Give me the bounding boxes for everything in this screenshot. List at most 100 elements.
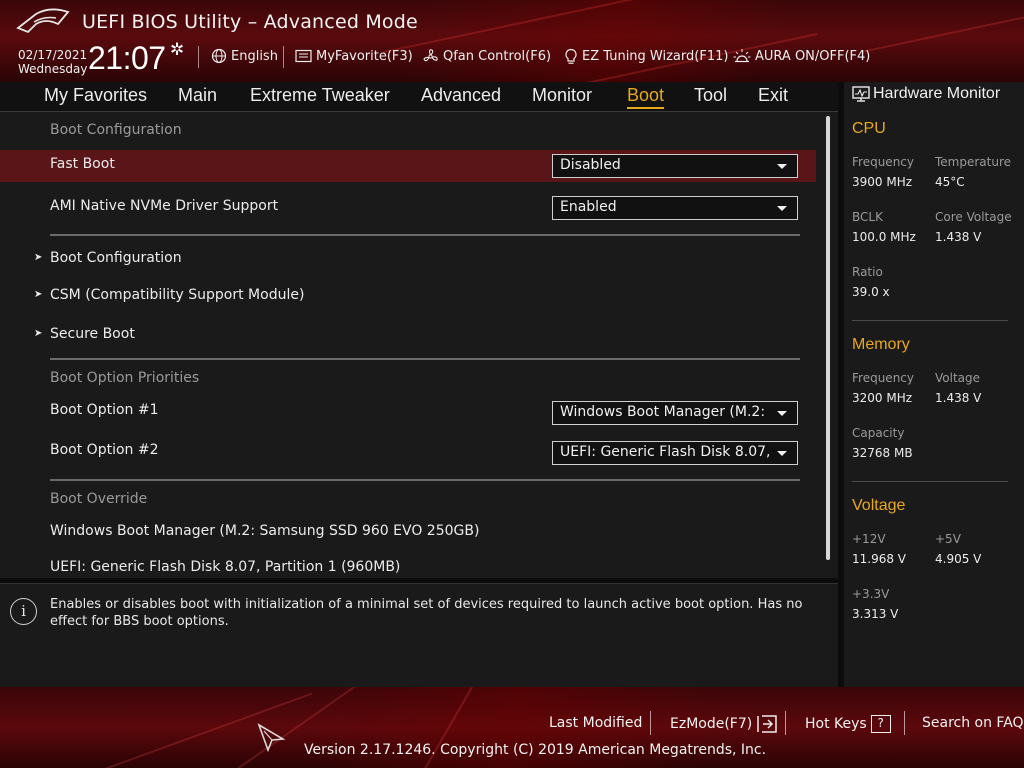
boot-option-2-label: Boot Option #2 <box>50 442 159 458</box>
rog-logo-icon <box>16 8 70 34</box>
help-text: Enables or disables boot with initializa… <box>50 597 803 629</box>
fan-icon <box>423 48 438 61</box>
qfan-button[interactable]: Qfan Control(F6) <box>422 46 551 66</box>
boot-option-1-value: Windows Boot Manager (M.2: Samsung SSD 9… <box>560 404 769 420</box>
ezmode-label: EzMode(F7) <box>670 716 753 732</box>
boot-settings-panel: Boot Configuration Fast Boot Disabled AM… <box>0 112 838 578</box>
help-panel: i Enables or disables boot with initiali… <box>0 583 838 687</box>
boot-override-item[interactable]: UEFI: Generic Flash Disk 8.07, Partition… <box>0 555 816 578</box>
section-heading-boot-configuration: Boot Configuration <box>50 122 182 138</box>
search-faq-button[interactable]: Search on FAQ <box>922 715 1024 731</box>
fast-boot-dropdown[interactable]: Disabled <box>552 154 798 178</box>
boot-option-1-row[interactable]: Boot Option #1 Windows Boot Manager (M.2… <box>0 396 816 428</box>
tab-main[interactable]: Main <box>178 85 217 106</box>
tab-my-favorites[interactable]: My Favorites <box>44 85 147 106</box>
footer-separator <box>650 711 651 735</box>
submenu-csm[interactable]: ➤ CSM (Compatibility Support Module) <box>0 283 816 309</box>
memory-capacity-label: Capacity <box>852 426 905 440</box>
section-heading-boot-option-priorities: Boot Option Priorities <box>50 370 200 386</box>
memory-voltage-value: 1.438 V <box>935 391 982 405</box>
chevron-down-icon <box>777 164 787 169</box>
arrow-right-icon: ➤ <box>34 252 43 263</box>
submenu-secure-boot[interactable]: ➤ Secure Boot <box>0 322 816 348</box>
voltage-12v-label: +12V <box>852 532 886 546</box>
fast-boot-value: Disabled <box>560 157 621 173</box>
tab-boot[interactable]: Boot <box>627 85 665 109</box>
boot-option-1-label: Boot Option #1 <box>50 402 159 418</box>
voltage-3v3-value: 3.313 V <box>852 607 899 621</box>
submenu-label: Secure Boot <box>50 326 135 342</box>
clock: 21:07 <box>88 40 166 76</box>
tab-tool[interactable]: Tool <box>694 85 727 106</box>
boot-option-2-value: UEFI: Generic Flash Disk 8.07, Partition… <box>560 444 769 460</box>
app-title: UEFI BIOS Utility – Advanced Mode <box>82 11 418 33</box>
ezmode-button[interactable]: EzMode(F7) <box>670 715 778 733</box>
cpu-core-voltage-value: 1.438 V <box>935 230 982 244</box>
myfavorite-button[interactable]: MyFavorite(F3) <box>295 46 413 66</box>
qfan-label: Qfan Control(F6) <box>443 48 552 64</box>
header-separator <box>283 46 284 68</box>
day-text: Wednesday <box>18 62 88 76</box>
divider <box>50 358 800 360</box>
nvme-driver-dropdown[interactable]: Enabled <box>552 196 798 220</box>
date-text: 02/17/2021 <box>18 48 88 62</box>
memory-capacity-value: 32768 MB <box>852 446 913 460</box>
cpu-heading: CPU <box>852 120 886 137</box>
aura-light-icon <box>733 49 751 63</box>
chevron-down-icon <box>777 206 787 211</box>
scrollbar[interactable] <box>826 116 830 560</box>
keyboard-icon <box>295 49 312 63</box>
tab-exit[interactable]: Exit <box>758 85 788 106</box>
section-heading-boot-override: Boot Override <box>50 491 148 507</box>
fast-boot-row[interactable]: Fast Boot Disabled <box>0 150 816 182</box>
exit-to-ezmode-icon <box>757 715 777 733</box>
voltage-3v3-label: +3.3V <box>852 587 890 601</box>
boot-option-2-dropdown[interactable]: UEFI: Generic Flash Disk 8.07, Partition… <box>552 441 798 465</box>
footer-bar: Last Modified EzMode(F7) Hot Keys ? Sear… <box>0 687 1024 768</box>
tab-advanced[interactable]: Advanced <box>421 85 501 106</box>
hotkeys-button[interactable]: Hot Keys ? <box>805 715 891 733</box>
myfavorite-label: MyFavorite(F3) <box>316 48 413 64</box>
boot-option-2-row[interactable]: Boot Option #2 UEFI: Generic Flash Disk … <box>0 436 816 468</box>
boot-override-label: UEFI: Generic Flash Disk 8.07, Partition… <box>50 559 401 575</box>
language-label: English <box>231 48 278 64</box>
aura-button[interactable]: AURA ON/OFF(F4) <box>733 46 870 66</box>
memory-voltage-label: Voltage <box>935 371 981 385</box>
footer-separator <box>785 711 786 735</box>
header-bar: UEFI BIOS Utility – Advanced Mode 02/17/… <box>0 0 1024 82</box>
globe-icon <box>211 48 227 64</box>
submenu-label: Boot Configuration <box>50 250 182 266</box>
divider <box>852 481 1008 482</box>
monitor-icon <box>852 86 870 102</box>
voltage-heading: Voltage <box>852 497 906 514</box>
nvme-driver-label: AMI Native NVMe Driver Support <box>50 198 279 214</box>
chevron-down-icon <box>777 411 787 416</box>
nvme-driver-row[interactable]: AMI Native NVMe Driver Support Enabled <box>0 192 816 224</box>
cpu-temperature-label: Temperature <box>935 155 1012 169</box>
voltage-5v-label: +5V <box>935 532 961 546</box>
boot-override-label: Windows Boot Manager (M.2: Samsung SSD 9… <box>50 523 480 539</box>
voltage-12v-value: 11.968 V <box>852 552 907 566</box>
gear-icon[interactable]: ✲ <box>170 40 184 60</box>
submenu-boot-configuration[interactable]: ➤ Boot Configuration <box>0 246 816 272</box>
tab-monitor[interactable]: Monitor <box>532 85 592 106</box>
arrow-right-icon: ➤ <box>34 328 43 339</box>
cpu-ratio-label: Ratio <box>852 265 883 279</box>
tab-extreme-tweaker[interactable]: Extreme Tweaker <box>250 85 390 106</box>
cpu-temperature-value: 45°C <box>935 175 965 189</box>
ez-tuning-button[interactable]: EZ Tuning Wizard(F11) <box>564 46 728 66</box>
cpu-bclk-value: 100.0 MHz <box>852 230 916 244</box>
cpu-core-voltage-label: Core Voltage <box>935 210 1012 224</box>
rog-cursor-icon <box>257 723 286 752</box>
hardware-monitor-label: Hardware Monitor <box>873 85 1001 102</box>
lightbulb-icon <box>565 48 577 64</box>
memory-frequency-value: 3200 MHz <box>852 391 913 405</box>
aura-label: AURA ON/OFF(F4) <box>755 48 871 64</box>
language-button[interactable]: English <box>211 46 278 66</box>
cpu-frequency-label: Frequency <box>852 155 914 169</box>
boot-option-1-dropdown[interactable]: Windows Boot Manager (M.2: Samsung SSD 9… <box>552 401 798 425</box>
voltage-5v-value: 4.905 V <box>935 552 982 566</box>
boot-override-item[interactable]: Windows Boot Manager (M.2: Samsung SSD 9… <box>0 519 816 545</box>
memory-heading: Memory <box>852 336 910 353</box>
last-modified-button[interactable]: Last Modified <box>549 715 642 731</box>
